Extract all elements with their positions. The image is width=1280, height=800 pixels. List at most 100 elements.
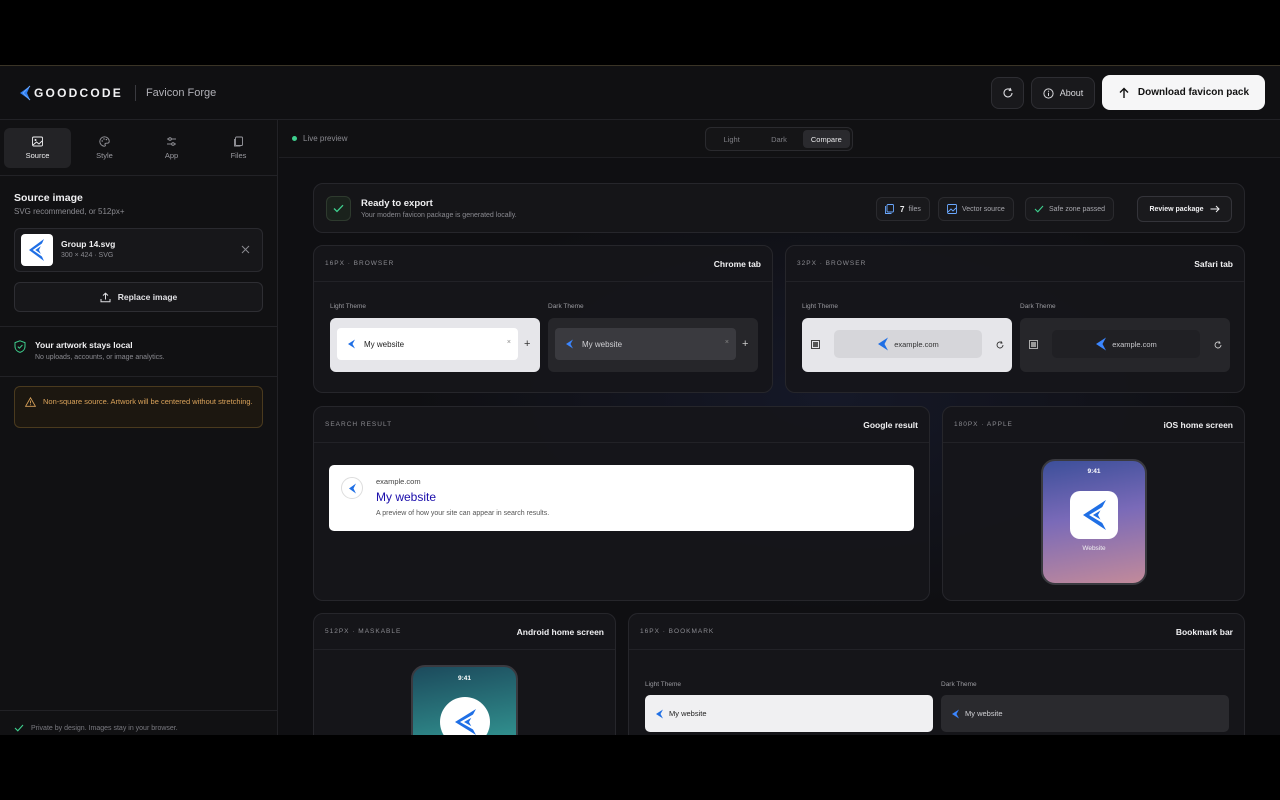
favicon-icon: [566, 339, 573, 349]
favicon-icon: [952, 709, 959, 718]
favicon-icon: [455, 709, 477, 735]
safari-dark-preview: example.com: [1020, 318, 1230, 372]
address-text: example.com: [1112, 339, 1157, 349]
files-count: 7: [900, 204, 905, 214]
mode-light[interactable]: Light: [708, 130, 755, 148]
mode-dark[interactable]: Dark: [755, 130, 802, 148]
replace-image-button[interactable]: Replace image: [14, 282, 263, 312]
reload-icon: [1214, 341, 1222, 349]
sidebar-toggle-icon: [1029, 340, 1038, 349]
download-label: Download favicon pack: [1137, 87, 1250, 98]
about-button[interactable]: About: [1031, 77, 1095, 109]
card-title: Safari tab: [1194, 259, 1233, 269]
ready-subtitle: Your modern favicon package is generated…: [361, 212, 517, 219]
download-button[interactable]: Download favicon pack: [1102, 75, 1265, 110]
card-header: 512PX · MASKABLE Android home screen: [314, 614, 615, 650]
files-icon: [234, 136, 243, 147]
ios-app-label: Website: [1082, 545, 1106, 552]
arrow-right-icon: [1210, 205, 1220, 213]
tab-app-label: App: [164, 151, 179, 160]
file-stack-icon: [885, 204, 894, 214]
ready-title: Ready to export: [361, 198, 433, 209]
new-tab-icon: +: [742, 338, 749, 350]
chrome-tab-card: 16PX · BROWSER Chrome tab Light Theme Da…: [313, 245, 773, 393]
favicon-icon: [348, 339, 355, 349]
android-home-card: 512PX · MASKABLE Android home screen 9:4…: [313, 613, 616, 735]
sidebar-tabs: Source Style App Files: [4, 128, 274, 168]
check-icon: [1034, 205, 1044, 213]
tab-files-label: Files: [230, 151, 247, 160]
address-text: example.com: [894, 339, 939, 349]
review-package-button[interactable]: Review package: [1137, 196, 1232, 222]
brand-divider: [134, 85, 136, 101]
tab-style[interactable]: Style: [71, 128, 138, 168]
android-phone-mock: 9:41: [411, 665, 518, 735]
brand[interactable]: GOODCODE Favicon Forge: [18, 84, 216, 102]
chrome-tab-light-preview: My website × +: [330, 318, 540, 372]
tab-source[interactable]: Source: [4, 128, 71, 168]
safari-light-preview: example.com: [802, 318, 1012, 372]
card-header: 16PX · BROWSER Chrome tab: [314, 246, 772, 282]
browser-tab: My website ×: [337, 328, 518, 360]
card-caption: SEARCH RESULT: [325, 421, 393, 428]
goodcode-logo-icon: [20, 85, 31, 101]
info-icon: [1043, 87, 1054, 99]
remove-file-button[interactable]: [241, 243, 250, 257]
tab-source-label: Source: [25, 151, 50, 160]
google-result-card: SEARCH RESULT Google result example.com …: [313, 406, 930, 601]
privacy-note-text: Private by design. Images stay in your b…: [31, 724, 178, 732]
card-header: 16PX · BOOKMARK Bookmark bar: [629, 614, 1244, 650]
reload-icon: [996, 341, 1004, 349]
app-name: Favicon Forge: [145, 87, 217, 99]
bookmark-light-preview: My website: [645, 695, 933, 732]
image-icon: [32, 136, 43, 147]
live-preview-label: Live preview: [303, 134, 348, 143]
light-theme-label: Light Theme: [330, 303, 367, 310]
search-result-title: My website: [376, 490, 437, 504]
live-preview-indicator: Live preview: [292, 134, 347, 143]
light-theme-label: Light Theme: [802, 303, 839, 310]
close-icon: [241, 245, 250, 254]
tab-app[interactable]: App: [138, 128, 205, 168]
dark-theme-label: Dark Theme: [1020, 303, 1056, 310]
files-count-label: files: [908, 205, 921, 213]
safari-tab-card: 32PX · BROWSER Safari tab Light Theme Da…: [785, 245, 1245, 393]
vector-source-label: Vector source: [962, 205, 1005, 213]
files-count-chip: 7 files: [876, 197, 930, 221]
dark-theme-label: Dark Theme: [548, 303, 584, 310]
source-subtitle: SVG recommended, or 512px+: [14, 207, 125, 216]
light-theme-label: Light Theme: [645, 681, 682, 688]
file-meta: 300 × 424 · SVG: [61, 252, 114, 259]
tab-files[interactable]: Files: [205, 128, 272, 168]
card-header: 32PX · BROWSER Safari tab: [786, 246, 1244, 282]
address-bar: example.com: [834, 330, 982, 358]
about-label: About: [1059, 88, 1084, 98]
card-caption: 512PX · MASKABLE: [325, 628, 402, 635]
warning-text: Non-square source. Artwork will be cente…: [43, 397, 253, 406]
preview-toolbar: Live preview Light Dark Compare: [279, 120, 1280, 158]
tab-close-icon: ×: [724, 339, 729, 346]
refresh-icon: [1003, 87, 1013, 98]
mode-compare[interactable]: Compare: [802, 130, 850, 148]
tab-close-icon: ×: [506, 339, 511, 346]
card-title: Chrome tab: [713, 259, 761, 269]
image-icon: [947, 204, 957, 214]
sidebar-divider: [0, 175, 278, 176]
sidebar-divider: [0, 376, 278, 377]
refresh-button[interactable]: [991, 77, 1024, 109]
brand-wordmark: GOODCODE: [34, 86, 123, 100]
iphone-mock: 9:41 Website: [1041, 459, 1147, 585]
source-file-card: Group 14.svg 300 × 424 · SVG: [14, 228, 263, 272]
ios-app-icon: [1070, 491, 1118, 539]
bookmark-text: My website: [669, 709, 707, 718]
card-caption: 16PX · BROWSER: [325, 260, 395, 267]
sidebar-divider: [0, 326, 278, 327]
palette-icon: [99, 136, 110, 147]
favicon-icon: [1083, 500, 1107, 530]
search-result-description: A preview of how your site can appear in…: [376, 510, 550, 517]
favicon-icon: [1096, 337, 1107, 351]
card-caption: 180PX · APPLE: [954, 421, 1013, 428]
card-caption: 16PX · BOOKMARK: [640, 628, 715, 635]
browser-tab: My website ×: [555, 328, 736, 360]
shield-check-icon: [14, 340, 26, 353]
